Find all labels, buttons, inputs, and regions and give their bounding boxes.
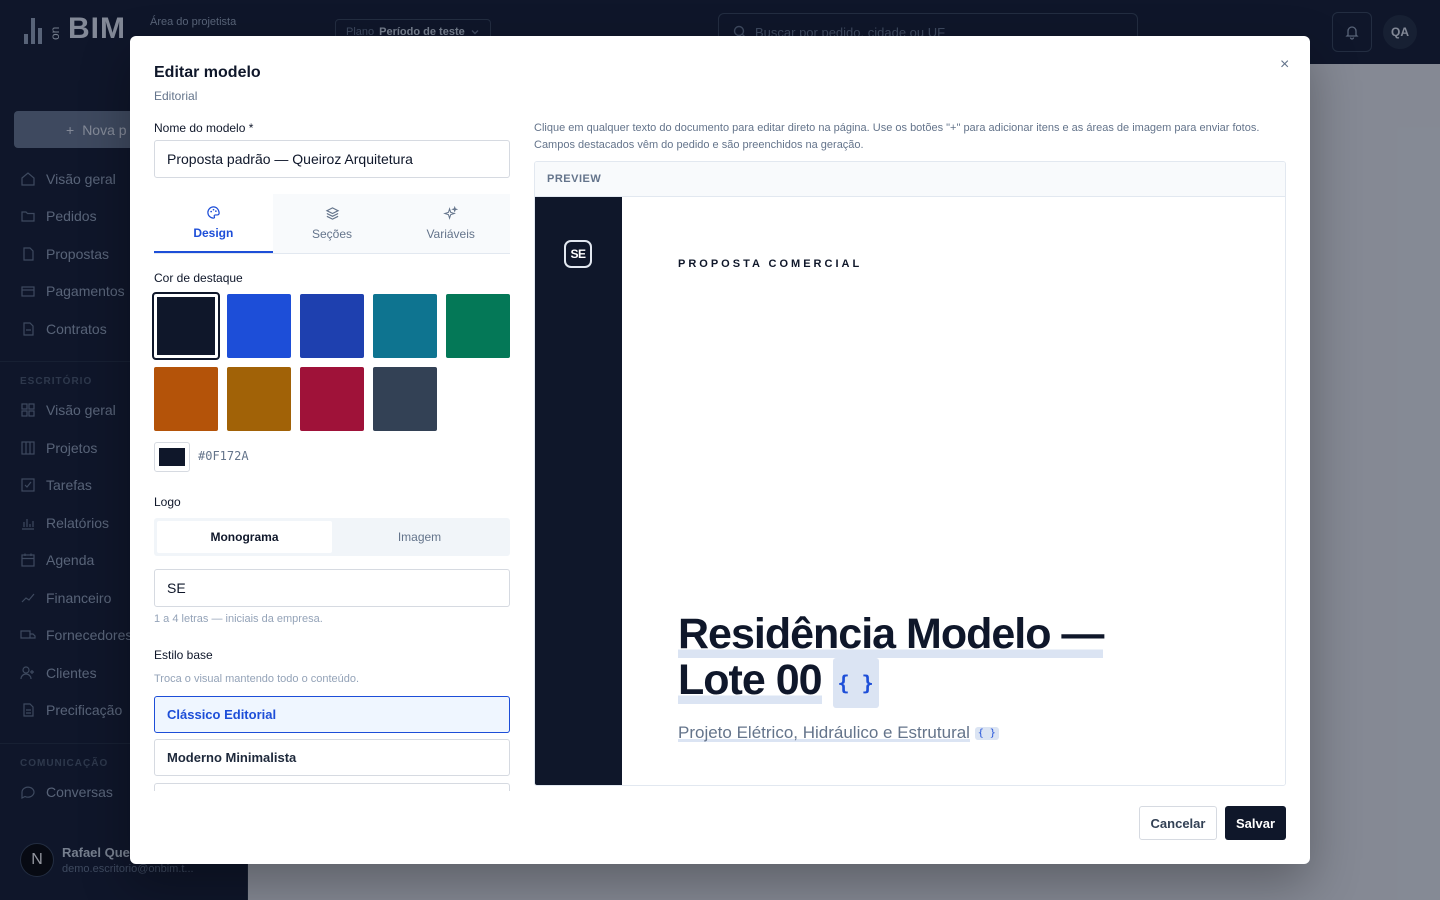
close-icon[interactable]: × xyxy=(1280,56,1289,74)
custom-color-picker[interactable] xyxy=(154,442,190,472)
palette-icon xyxy=(207,206,220,219)
editor-tabs: Design Seções Variáveis xyxy=(154,194,510,254)
monogram-input[interactable] xyxy=(154,569,510,607)
template-name-label: Nome do modelo * xyxy=(154,121,254,135)
monogram-hint: 1 a 4 letras — iniciais da empresa. xyxy=(154,613,323,625)
accent-swatch[interactable] xyxy=(227,294,291,358)
variable-tag[interactable]: { } xyxy=(832,657,879,708)
document-title[interactable]: Residência Modelo — Lote 00 { } xyxy=(678,610,1148,708)
document-monogram[interactable]: SE xyxy=(564,240,592,268)
accent-swatch[interactable] xyxy=(373,294,437,358)
accent-swatch[interactable] xyxy=(373,367,437,431)
tab-variables[interactable]: Variáveis xyxy=(391,194,510,253)
accent-color-label: Cor de destaque xyxy=(154,271,243,285)
tab-sections[interactable]: Seções xyxy=(273,194,392,253)
accent-swatch[interactable] xyxy=(446,294,510,358)
accent-swatch[interactable] xyxy=(152,292,220,360)
accent-swatch[interactable] xyxy=(300,367,364,431)
base-style-hint: Troca o visual mantendo todo o conteúdo. xyxy=(154,673,360,685)
accent-hex-value: #0F172A xyxy=(198,449,249,463)
tab-variables-label: Variáveis xyxy=(426,227,475,241)
custom-color-preview xyxy=(159,448,185,466)
sparkles-icon xyxy=(443,206,459,220)
document-preview: SE PROPOSTA COMERCIAL Residência Modelo … xyxy=(535,197,1285,785)
document-side-band: SE xyxy=(535,197,622,785)
document-kicker[interactable]: PROPOSTA COMERCIAL xyxy=(678,258,862,270)
style-option-modern-minimalist[interactable]: Moderno Minimalista xyxy=(154,739,510,776)
logo-label: Logo xyxy=(154,495,181,509)
save-button[interactable]: Salvar xyxy=(1225,806,1286,840)
preview-header: PREVIEW xyxy=(535,162,1285,197)
accent-swatch[interactable] xyxy=(154,367,218,431)
style-option-classic-editorial[interactable]: Clássico Editorial xyxy=(154,696,510,733)
modal-title: Editar modelo xyxy=(154,64,261,81)
logo-mode-monogram[interactable]: Monograma xyxy=(157,521,332,553)
document-title-line2[interactable]: Lote 00 xyxy=(678,656,823,704)
cancel-button[interactable]: Cancelar xyxy=(1139,806,1217,840)
variable-tag-small[interactable]: { } xyxy=(974,727,999,741)
tab-design-label: Design xyxy=(193,226,234,240)
style-option-partial[interactable] xyxy=(154,783,510,791)
accent-swatch[interactable] xyxy=(227,367,291,431)
document-title-line1[interactable]: Residência Modelo — xyxy=(678,610,1104,658)
edit-template-modal: Editar modelo Editorial × Nome do modelo… xyxy=(130,36,1310,864)
tab-design[interactable]: Design xyxy=(154,194,273,253)
layers-icon xyxy=(325,207,339,220)
logo-mode-toggle: Monograma Imagem xyxy=(154,518,510,556)
accent-swatch[interactable] xyxy=(300,294,364,358)
logo-mode-image[interactable]: Imagem xyxy=(332,521,507,553)
modal-subtitle: Editorial xyxy=(154,89,198,103)
base-style-label: Estilo base xyxy=(154,648,213,662)
document-subtitle-text[interactable]: Projeto Elétrico, Hidráulico e Estrutura… xyxy=(678,723,970,742)
template-name-input[interactable] xyxy=(154,140,510,178)
preview-instructions: Clique em qualquer texto do documento pa… xyxy=(534,122,1260,151)
tab-sections-label: Seções xyxy=(311,227,353,241)
document-subtitle[interactable]: Projeto Elétrico, Hidráulico e Estrutura… xyxy=(678,723,999,743)
preview-panel: PREVIEW SE PROPOSTA COMERCIAL Residência… xyxy=(534,161,1286,786)
